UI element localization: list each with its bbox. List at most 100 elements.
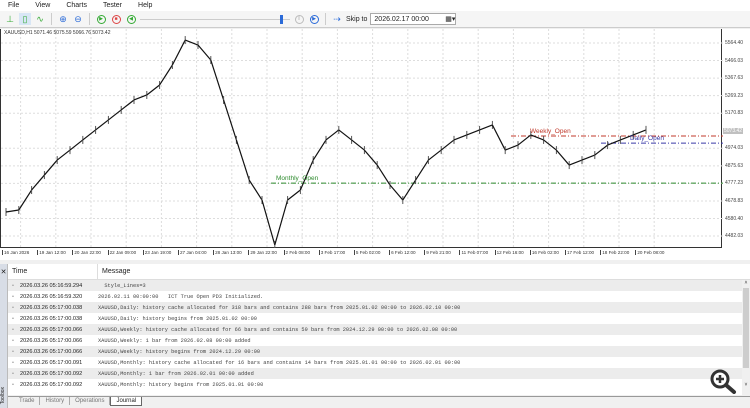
time-tick-label: 16 Feb 02:00 [529, 250, 565, 255]
pause-icon[interactable]: ‖ [293, 13, 305, 25]
price-segment [82, 129, 96, 141]
price-tick-label: 4875.63 [725, 162, 744, 169]
price-tick-label: 4580.40 [725, 215, 744, 222]
row-time: 2026.03.26 05:17:00.038 [8, 305, 98, 311]
chart-plot-area[interactable]: XAUUSD,H1 5071.46 5075.59 5066.76 5073.4… [0, 29, 723, 249]
scroll-thumb[interactable] [743, 288, 749, 368]
price-segment [453, 134, 468, 141]
skip-date-input[interactable]: 2026.02.17 00:00 ▦▾ [370, 13, 457, 25]
journal-row[interactable]: 2026.03.26 05:17:00.038XAUUSD,Daily: his… [8, 313, 750, 324]
time-tick-label: 28 Jan 13:00 [213, 250, 248, 255]
menu-tester[interactable]: Tester [95, 2, 130, 9]
toolbox-tabs: Trade History Operations Journal [8, 396, 750, 408]
bar-chart-icon[interactable]: ⊥ [4, 13, 16, 25]
price-segment [69, 139, 84, 151]
row-message: 2026.02.11 00:00:00 ICT True Open PD3 In… [98, 293, 264, 300]
price-tick-label: 5367.63 [725, 75, 744, 82]
stop-icon[interactable]: ■ [110, 13, 122, 25]
menu-charts[interactable]: Charts [58, 2, 95, 9]
journal-row[interactable]: 2026.03.26 05:17:00.066XAUUSD,Weekly: hi… [8, 346, 750, 357]
price-chart[interactable]: XAUUSD,H1 5071.46 5075.59 5066.76 5073.4… [0, 29, 750, 260]
rewind-icon[interactable]: ◀ [125, 13, 137, 25]
price-tick-label: 4678.83 [725, 197, 744, 204]
journal-row[interactable]: 2026.03.26 05:16:59.3202026.02.11 00:00:… [8, 291, 750, 302]
scroll-down-icon[interactable]: ˅ [742, 382, 750, 388]
time-tick-label: 9 Feb 21:00 [424, 250, 459, 255]
row-message: XAUUSD,Weekly: history begins from 2024.… [98, 348, 261, 355]
journal-row[interactable]: 2026.03.26 05:17:00.038XAUUSD,Daily: his… [8, 302, 750, 313]
time-tick-label: 11 Feb 07:00 [459, 250, 494, 255]
row-time: 2026.03.26 05:16:59.320 [8, 294, 98, 300]
tab-operations[interactable]: Operations [70, 397, 111, 405]
time-tick-label: 20 Jan 22:00 [72, 250, 107, 255]
row-time: 2026.03.26 05:17:00.066 [8, 327, 98, 333]
play-icon[interactable]: ▶ [95, 13, 107, 25]
row-message: XAUUSD,Daily: history cache allocated fo… [98, 304, 461, 311]
price-segment [287, 189, 301, 201]
journal-row[interactable]: 2026.03.26 05:16:59.294 Style_Lines=3 [8, 280, 750, 291]
journal-panel: Time Message 2026.03.26 05:16:59.294 Sty… [8, 264, 750, 395]
journal-row[interactable]: 2026.03.26 05:17:00.066XAUUSD,Weekly: hi… [8, 324, 750, 335]
calendar-dropdown-icon[interactable]: ▦▾ [445, 15, 455, 23]
price-segment [171, 39, 186, 66]
price-segment [120, 99, 135, 111]
step-forward-icon[interactable]: ▶ [308, 13, 320, 25]
line-chart-icon[interactable]: ∿ [34, 13, 46, 25]
price-segment [555, 149, 570, 166]
magnifier-zoom-icon[interactable] [708, 368, 738, 394]
price-segment [338, 129, 352, 141]
tab-journal[interactable]: Journal [110, 397, 143, 406]
row-time: 2026.03.26 05:17:00.066 [8, 338, 98, 344]
price-segment [428, 149, 442, 161]
price-segment [56, 149, 71, 161]
row-message: XAUUSD,Weekly: 1 bar from 2026.02.08 00:… [98, 337, 251, 344]
slider-thumb[interactable] [280, 15, 283, 24]
row-time: 2026.03.26 05:16:59.294 [8, 283, 98, 289]
price-segment [235, 139, 250, 181]
row-message: XAUUSD,Daily: history begins from 2025.0… [98, 315, 257, 322]
time-axis: 16 Jan 2026 19 Jan 12:00 20 Jan 22:00 22 Ja… [2, 250, 671, 255]
menu-file[interactable]: File [0, 2, 27, 9]
skip-to-label: Skip to [346, 15, 368, 23]
row-message: Style_Lines=3 [98, 282, 146, 289]
price-segment [389, 184, 404, 201]
price-segment [594, 144, 608, 156]
skip-date-value: 2026.02.17 00:00 [374, 15, 429, 23]
tab-trade[interactable]: Trade [14, 397, 41, 405]
menu-help[interactable]: Help [130, 2, 160, 9]
time-tick-label: 2 Feb 08:00 [283, 250, 319, 255]
time-tick-label: 17 Feb 12:00 [565, 250, 600, 255]
zoom-out-icon[interactable]: ⊖ [72, 13, 84, 25]
level-label: Weekly_Open [530, 127, 571, 135]
close-icon[interactable]: ✕ [0, 268, 7, 276]
scroll-up-icon[interactable]: ˄ [742, 280, 750, 286]
price-segment [146, 84, 160, 96]
row-message: XAUUSD,Weekly: history cache allocated f… [98, 326, 458, 333]
menu-view[interactable]: View [27, 2, 58, 9]
current-price-label: 5073.42 [723, 127, 744, 134]
journal-row[interactable]: 2026.03.26 05:17:00.092XAUUSD,Monthly: h… [8, 379, 750, 390]
candlestick-icon[interactable]: ▯ [19, 13, 31, 25]
price-segment [363, 149, 378, 166]
level-label: Daily_Open [630, 135, 664, 143]
toolbar: ⊥ ▯ ∿ ⊕ ⊖ ▶ ■ ◀ ‖ ▶ ⇢ Skip to 2026.02.17… [0, 11, 750, 28]
journal-row[interactable]: 2026.03.26 05:17:00.091XAUUSD,Monthly: h… [8, 357, 750, 368]
column-time[interactable]: Time [8, 264, 98, 279]
price-tick-label: 4482.03 [725, 233, 744, 240]
journal-row[interactable]: 2026.03.26 05:17:00.092XAUUSD,Monthly: 1… [8, 368, 750, 379]
journal-row[interactable]: 2026.03.26 05:17:00.066XAUUSD,Weekly: 1 … [8, 335, 750, 346]
skip-icon[interactable]: ⇢ [331, 13, 343, 25]
price-segment [607, 139, 621, 146]
price-tick-label: 5564.40 [725, 40, 744, 46]
row-time: 2026.03.26 05:17:00.066 [8, 349, 98, 355]
speed-slider[interactable] [140, 14, 290, 24]
price-tick-label: 5466.03 [725, 57, 744, 64]
zoom-in-icon[interactable]: ⊕ [57, 13, 69, 25]
tab-history[interactable]: History [40, 397, 71, 405]
time-tick-label: 5 Feb 02:00 [353, 250, 389, 255]
price-segment [223, 99, 237, 141]
column-message[interactable]: Message [98, 268, 130, 275]
price-segment [491, 124, 506, 151]
price-segment [95, 119, 109, 131]
journal-scrollbar[interactable]: ˄ ˅ [742, 280, 750, 395]
